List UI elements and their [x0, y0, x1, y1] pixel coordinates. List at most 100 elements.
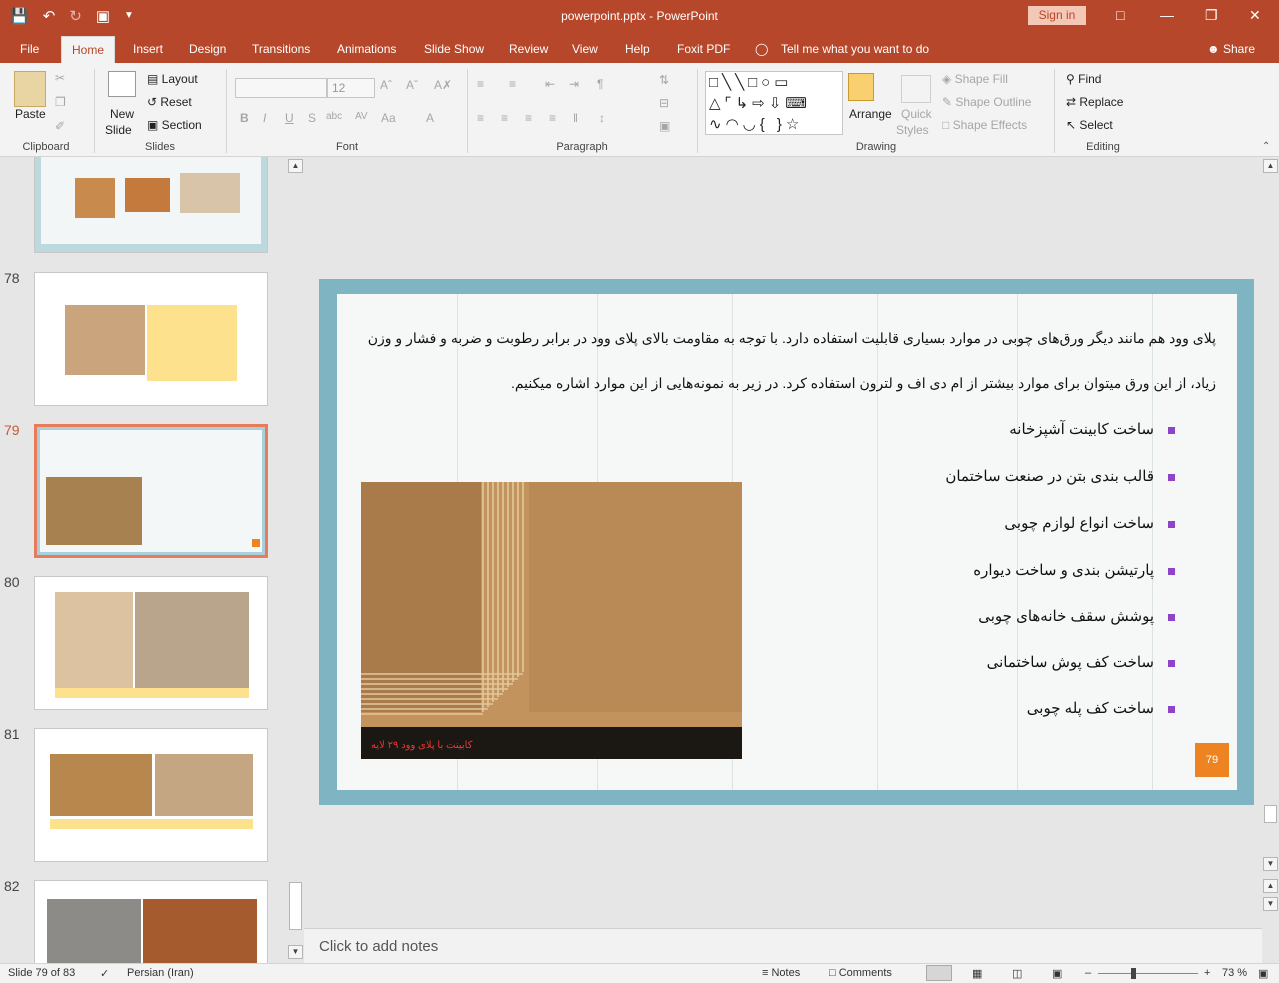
character-spacing-icon[interactable]: AV: [355, 111, 368, 122]
select-button[interactable]: ↖ Select: [1066, 118, 1113, 132]
fit-to-window-icon[interactable]: ▣: [1258, 967, 1268, 980]
align-center-icon[interactable]: ≡: [501, 111, 508, 125]
tab-view[interactable]: View: [572, 42, 598, 56]
line-spacing-icon[interactable]: ↕: [599, 111, 605, 125]
decrease-indent-icon[interactable]: ⇤: [545, 77, 555, 91]
bullet-item[interactable]: ساخت کابینت آشپزخانه: [1009, 420, 1175, 438]
ribbon-display-options-icon[interactable]: □: [1116, 7, 1124, 23]
increase-font-icon[interactable]: Aˆ: [380, 78, 392, 92]
reading-view-icon[interactable]: ◫: [1012, 967, 1022, 980]
new-slide-label-2[interactable]: Slide: [105, 123, 132, 137]
italic-icon[interactable]: I: [263, 111, 266, 125]
quick-styles-icon[interactable]: [901, 75, 931, 103]
scroll-thumb[interactable]: [289, 882, 302, 930]
thumbnail-scrollbar[interactable]: ▲ ▼: [287, 157, 304, 963]
editor-scrollbar[interactable]: ▲ ▼ ▲ ▼: [1262, 157, 1279, 928]
share-button[interactable]: ☻ Share: [1207, 42, 1255, 56]
smartart-icon[interactable]: ▣: [659, 119, 670, 133]
quick-styles-label-1[interactable]: Quick: [901, 107, 932, 121]
clear-formatting-icon[interactable]: A✗: [434, 78, 452, 92]
strikethrough-icon[interactable]: abc: [326, 111, 342, 122]
tab-transitions[interactable]: Transitions: [252, 42, 310, 56]
slide-thumbnail[interactable]: [34, 272, 268, 406]
spellcheck-icon[interactable]: ✓: [100, 967, 109, 980]
comments-toggle[interactable]: □ Comments: [829, 967, 892, 979]
minimize-icon[interactable]: —: [1160, 7, 1174, 23]
restore-icon[interactable]: ❐: [1205, 7, 1218, 24]
zoom-in-icon[interactable]: +: [1204, 967, 1210, 979]
tab-foxit-pdf[interactable]: Foxit PDF: [677, 42, 730, 56]
increase-indent-icon[interactable]: ⇥: [569, 77, 579, 91]
justify-icon[interactable]: ≡: [549, 111, 556, 125]
find-button[interactable]: ⚲ Find: [1066, 72, 1101, 86]
bold-icon[interactable]: B: [240, 111, 249, 125]
bullet-item[interactable]: ساخت کف پوش ساختمانی: [987, 653, 1175, 671]
font-size-dropdown[interactable]: 12: [327, 78, 375, 98]
notes-pane[interactable]: Click to add notes: [304, 928, 1262, 963]
slide-thumbnail[interactable]: [34, 157, 268, 253]
collapse-ribbon-icon[interactable]: ⌃: [1262, 141, 1270, 152]
slide-thumbnail[interactable]: [34, 576, 268, 710]
slide-thumbnail-active[interactable]: [34, 424, 268, 558]
layout-button[interactable]: ▤ Layout: [147, 72, 198, 86]
close-icon[interactable]: ✕: [1249, 7, 1261, 24]
bullets-icon[interactable]: ≡: [477, 77, 484, 91]
zoom-slider[interactable]: [1098, 973, 1198, 974]
copy-icon[interactable]: ❐: [55, 95, 66, 109]
zoom-slider-handle[interactable]: [1131, 968, 1136, 979]
new-slide-icon[interactable]: [108, 71, 136, 97]
bullet-item[interactable]: پوشش سقف خانه‌های چوبی: [978, 607, 1175, 625]
tab-insert[interactable]: Insert: [133, 42, 163, 56]
underline-icon[interactable]: U: [285, 111, 294, 125]
slide-thumbnail[interactable]: [34, 880, 268, 963]
rtl-icon[interactable]: ¶: [597, 77, 603, 91]
slide-sorter-icon[interactable]: ▦: [972, 967, 982, 980]
shapes-gallery[interactable]: □╲╲□○▭ △⌜↳⇨⇩⌨ ∿◠◡{ }☆: [705, 71, 843, 135]
text-direction-icon[interactable]: ⇅: [659, 73, 669, 87]
align-right-icon[interactable]: ≡: [525, 111, 532, 125]
shape-fill-button[interactable]: ◈ Shape Fill: [942, 72, 1008, 86]
bullet-item[interactable]: پارتیشن بندی و ساخت دیواره: [973, 561, 1175, 579]
change-case-icon[interactable]: Aa: [381, 111, 396, 125]
tab-file[interactable]: File: [20, 42, 39, 56]
align-text-icon[interactable]: ⊟: [659, 96, 669, 110]
arrange-icon[interactable]: [848, 73, 874, 101]
replace-button[interactable]: ⇄ Replace: [1066, 95, 1123, 109]
scroll-thumb[interactable]: [1264, 805, 1277, 823]
scroll-up-icon[interactable]: ▲: [288, 159, 303, 173]
section-button[interactable]: ▣ Section: [147, 118, 202, 132]
new-slide-label-1[interactable]: New: [110, 107, 134, 121]
tab-design[interactable]: Design: [189, 42, 226, 56]
shape-outline-button[interactable]: ✎ Shape Outline: [942, 95, 1031, 109]
format-painter-icon[interactable]: ✐: [55, 119, 65, 133]
quick-styles-label-2[interactable]: Styles: [896, 123, 929, 137]
tab-slide-show[interactable]: Slide Show: [424, 42, 484, 56]
notes-toggle[interactable]: ≡ Notes: [762, 967, 800, 979]
paste-icon[interactable]: [14, 71, 46, 107]
shape-effects-button[interactable]: □ Shape Effects: [942, 118, 1027, 132]
tab-help[interactable]: Help: [625, 42, 650, 56]
next-slide-icon[interactable]: ▼: [1263, 897, 1278, 911]
scroll-up-icon[interactable]: ▲: [1263, 159, 1278, 173]
bullet-item[interactable]: قالب بندی بتن در صنعت ساختمان: [945, 467, 1175, 485]
shadow-icon[interactable]: S: [308, 111, 316, 125]
zoom-out-icon[interactable]: –: [1085, 967, 1091, 979]
cut-icon[interactable]: ✂: [55, 71, 65, 85]
arrange-button[interactable]: Arrange: [849, 107, 892, 121]
numbering-icon[interactable]: ≡: [509, 77, 516, 91]
tab-review[interactable]: Review: [509, 42, 548, 56]
decrease-font-icon[interactable]: Aˇ: [406, 78, 418, 92]
plywood-cabinet-photo[interactable]: کابینت با پلای وود ۲۹ لایه: [361, 482, 742, 759]
bullet-item[interactable]: ساخت کف پله چوبی: [1027, 699, 1175, 717]
scroll-down-icon[interactable]: ▼: [1263, 857, 1278, 871]
sign-in-button[interactable]: Sign in: [1028, 6, 1086, 25]
columns-icon[interactable]: ‖: [573, 111, 578, 125]
language-indicator[interactable]: Persian (Iran): [127, 967, 194, 979]
slide-thumbnail[interactable]: [34, 728, 268, 862]
previous-slide-icon[interactable]: ▲: [1263, 879, 1278, 893]
font-color-icon[interactable]: A: [426, 111, 434, 125]
tell-me-search[interactable]: Tell me what you want to do: [781, 42, 929, 56]
slide-paragraph[interactable]: پلای وود هم مانند دیگر ورق‌های چوبی در م…: [356, 316, 1216, 406]
normal-view-icon[interactable]: [926, 965, 952, 981]
zoom-level[interactable]: 73 %: [1222, 967, 1247, 979]
